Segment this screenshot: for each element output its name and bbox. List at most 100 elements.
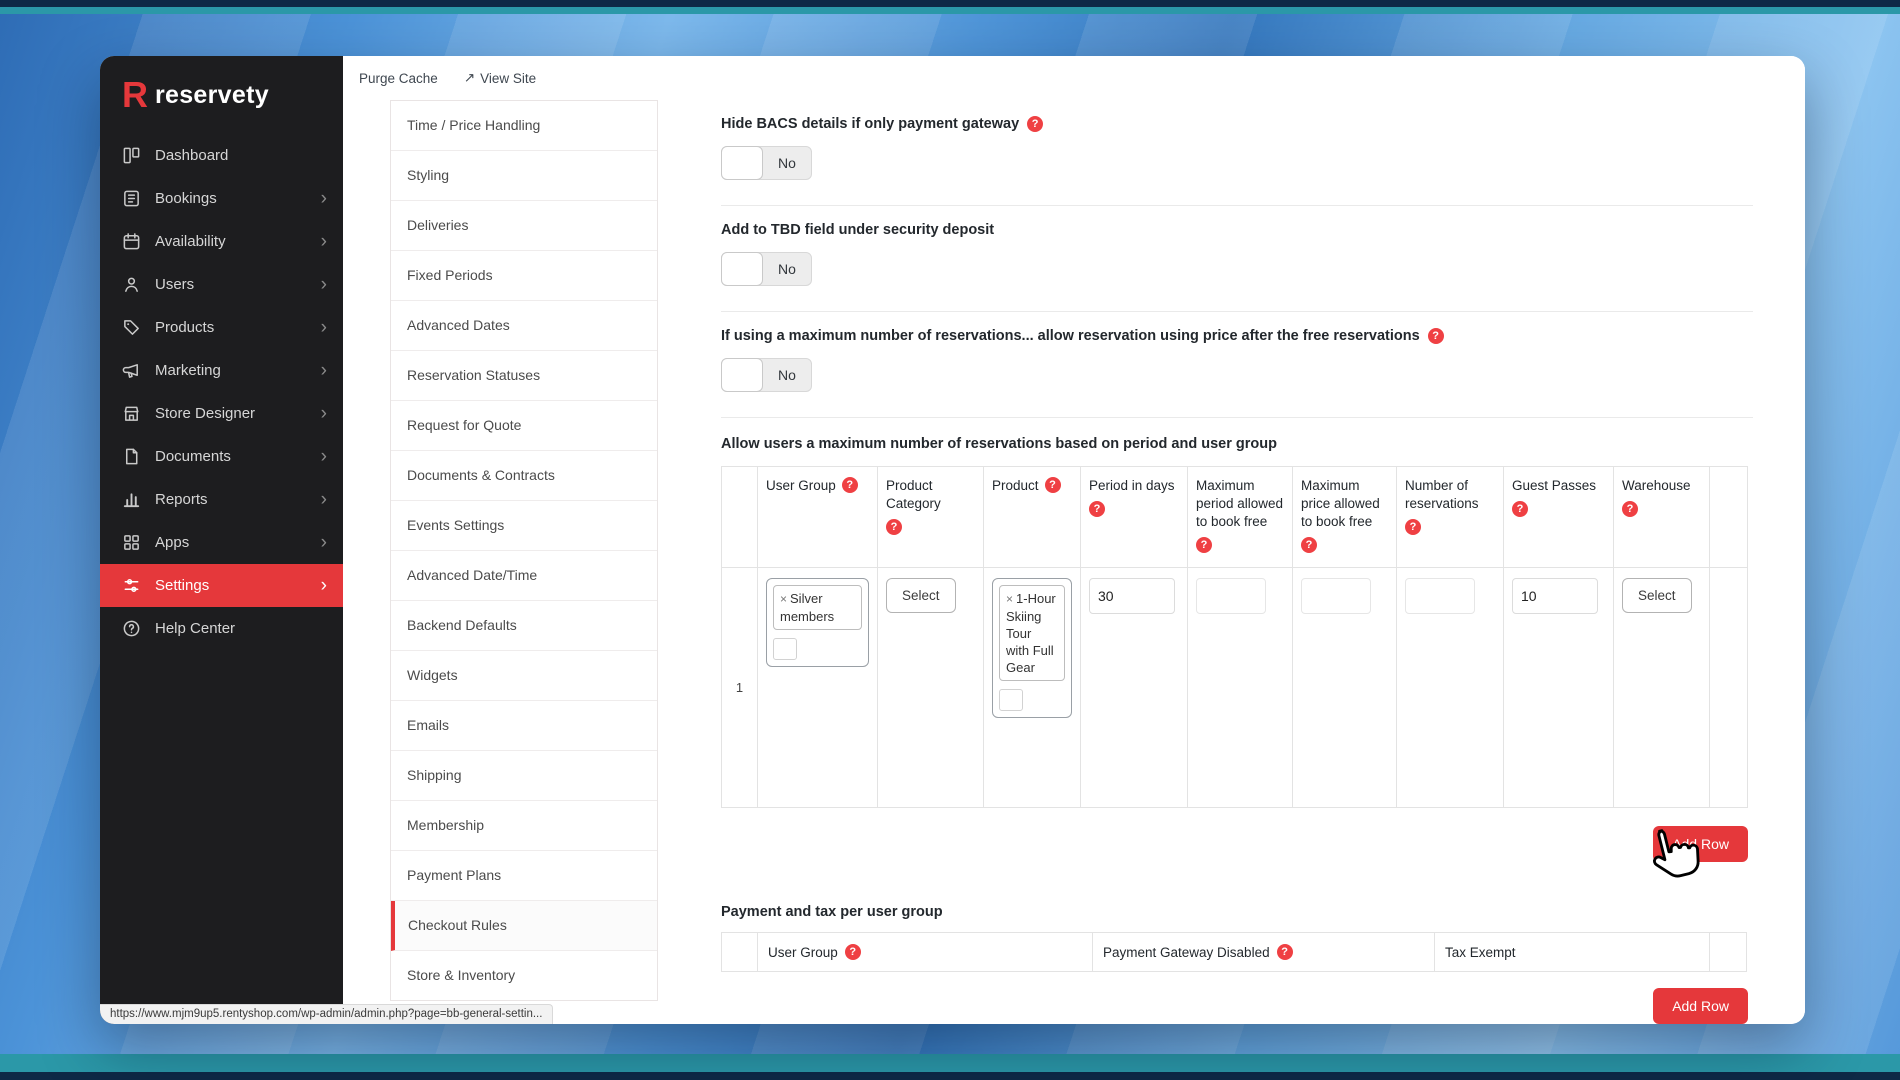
max-period-cell (1188, 568, 1293, 808)
help-icon[interactable]: ? (1622, 501, 1638, 517)
help-icon[interactable]: ? (1301, 537, 1317, 553)
help-icon[interactable]: ? (1027, 116, 1044, 132)
help-icon[interactable]: ? (1276, 944, 1293, 960)
sidebar-item-help-center[interactable]: Help Center (100, 607, 343, 650)
guest-passes-input[interactable] (1512, 578, 1598, 614)
warehouse-cell: Select (1614, 568, 1710, 808)
sidebar-item-label: Documents (155, 448, 231, 465)
col-label: Product Category (886, 478, 941, 511)
sidebar-item-availability[interactable]: Availability › (100, 220, 343, 263)
product-search-input[interactable] (999, 689, 1023, 711)
sidebar-item-label: Products (155, 319, 215, 336)
storefront-icon (122, 404, 142, 424)
view-site-link[interactable]: ↗ View Site (464, 70, 536, 86)
submenu-item-time-price-handling[interactable]: Time / Price Handling (391, 101, 657, 151)
remove-tag-icon[interactable]: × (1006, 592, 1013, 606)
help-icon[interactable]: ? (1405, 519, 1421, 535)
sidebar-item-store-designer[interactable]: Store Designer › (100, 392, 343, 435)
submenu-item-reservation-statuses[interactable]: Reservation Statuses (391, 351, 657, 401)
sidebar-item-apps[interactable]: Apps › (100, 521, 343, 564)
chevron-right-icon: › (320, 446, 327, 467)
submenu-item-backend-defaults[interactable]: Backend Defaults (391, 601, 657, 651)
sidebar-item-users[interactable]: Users › (100, 263, 343, 306)
help-icon[interactable]: ? (1044, 477, 1061, 493)
submenu-item-documents-contracts[interactable]: Documents & Contracts (391, 451, 657, 501)
max-period-input[interactable] (1196, 578, 1266, 614)
toggle-state: No (778, 155, 796, 171)
sidebar-item-reports[interactable]: Reports › (100, 478, 343, 521)
user-group-multiselect[interactable]: × Silver members (766, 578, 869, 667)
sidebar-item-label: Settings (155, 577, 210, 594)
brand-name: reservety (155, 80, 269, 109)
max-price-input[interactable] (1301, 578, 1371, 614)
sidebar-item-documents[interactable]: Documents › (100, 435, 343, 478)
setting-hide-bacs: Hide BACS details if only payment gatewa… (721, 100, 1753, 206)
period-in-days-input[interactable] (1089, 578, 1175, 614)
purge-cache-link[interactable]: Purge Cache (359, 71, 438, 86)
chevron-right-icon: › (320, 317, 327, 338)
col-header-warehouse: Warehouse ? (1614, 467, 1710, 568)
col-label: User Group (768, 944, 838, 960)
submenu-item-events-settings[interactable]: Events Settings (391, 501, 657, 551)
chevron-right-icon: › (320, 274, 327, 295)
help-icon[interactable]: ? (1089, 501, 1105, 517)
submenu-item-shipping[interactable]: Shipping (391, 751, 657, 801)
sidebar-item-label: Availability (155, 233, 226, 250)
help-icon[interactable]: ? (1427, 328, 1444, 344)
tbd-deposit-toggle[interactable]: No (721, 252, 812, 286)
product-multiselect[interactable]: × 1-Hour Skiing Tour with Full Gear (992, 578, 1072, 718)
guest-passes-cell (1504, 568, 1614, 808)
sidebar-item-dashboard[interactable]: Dashboard (100, 134, 343, 177)
tag-label: 1-Hour Skiing Tour with Full Gear (1006, 591, 1056, 675)
col-label: Guest Passes (1512, 478, 1597, 493)
help-icon[interactable]: ? (886, 519, 902, 535)
col-header-max-period-free: Maximum period allowed to book free ? (1188, 467, 1293, 568)
submenu-item-fixed-periods[interactable]: Fixed Periods (391, 251, 657, 301)
payment-add-row-button[interactable]: Add Row (1653, 988, 1748, 1024)
sidebar-item-label: Marketing (155, 362, 221, 379)
col-header-product-category: Product Category ? (878, 467, 984, 568)
col-header-user-group: User Group ? (758, 467, 878, 568)
sidebar-item-label: Apps (155, 534, 190, 551)
max-reservations-price-toggle[interactable]: No (721, 358, 812, 392)
hide-bacs-toggle[interactable]: No (721, 146, 812, 180)
availability-calendar-icon (122, 232, 142, 252)
remove-tag-icon[interactable]: × (780, 592, 787, 606)
submenu-item-advanced-date-time[interactable]: Advanced Date/Time (391, 551, 657, 601)
user-group-search-input[interactable] (773, 638, 797, 660)
external-link-icon: ↗ (463, 70, 476, 85)
submenu-item-advanced-dates[interactable]: Advanced Dates (391, 301, 657, 351)
submenu-item-store-inventory[interactable]: Store & Inventory (391, 951, 657, 1000)
help-icon[interactable]: ? (1512, 501, 1528, 517)
submenu-item-styling[interactable]: Styling (391, 151, 657, 201)
setting-tbd-deposit: Add to TBD field under security deposit … (721, 206, 1753, 312)
warehouse-select[interactable]: Select (1622, 578, 1692, 613)
chevron-right-icon: › (320, 360, 327, 381)
product-tag: × 1-Hour Skiing Tour with Full Gear (999, 585, 1065, 681)
setting-max-reservations-price: If using a maximum number of reservation… (721, 312, 1753, 418)
submenu-item-membership[interactable]: Membership (391, 801, 657, 851)
document-icon (122, 447, 142, 467)
sidebar-item-marketing[interactable]: Marketing › (100, 349, 343, 392)
settings-sliders-icon (122, 576, 142, 596)
logo[interactable]: R reservety (100, 56, 343, 134)
submenu-item-checkout-rules[interactable]: Checkout Rules (391, 901, 657, 951)
submenu-item-deliveries[interactable]: Deliveries (391, 201, 657, 251)
pay-col-header-user-group: User Group ? (758, 933, 1093, 972)
submenu-item-emails[interactable]: Emails (391, 701, 657, 751)
submenu-item-request-for-quote[interactable]: Request for Quote (391, 401, 657, 451)
submenu-item-payment-plans[interactable]: Payment Plans (391, 851, 657, 901)
product-category-select[interactable]: Select (886, 578, 956, 613)
reports-chart-icon (122, 490, 142, 510)
chevron-right-icon: › (320, 532, 327, 553)
sidebar: R reservety Dashboard Bookings › Availab… (100, 56, 343, 1024)
number-of-reservations-input[interactable] (1405, 578, 1475, 614)
help-icon[interactable]: ? (844, 944, 861, 960)
submenu-item-widgets[interactable]: Widgets (391, 651, 657, 701)
sidebar-item-products[interactable]: Products › (100, 306, 343, 349)
sidebar-item-bookings[interactable]: Bookings › (100, 177, 343, 220)
sidebar-item-settings[interactable]: Settings › (100, 564, 343, 607)
help-icon[interactable]: ? (841, 477, 858, 493)
payment-tax-table: User Group ? Payment Gateway Disabled ? … (721, 932, 1747, 972)
help-icon[interactable]: ? (1196, 537, 1212, 553)
